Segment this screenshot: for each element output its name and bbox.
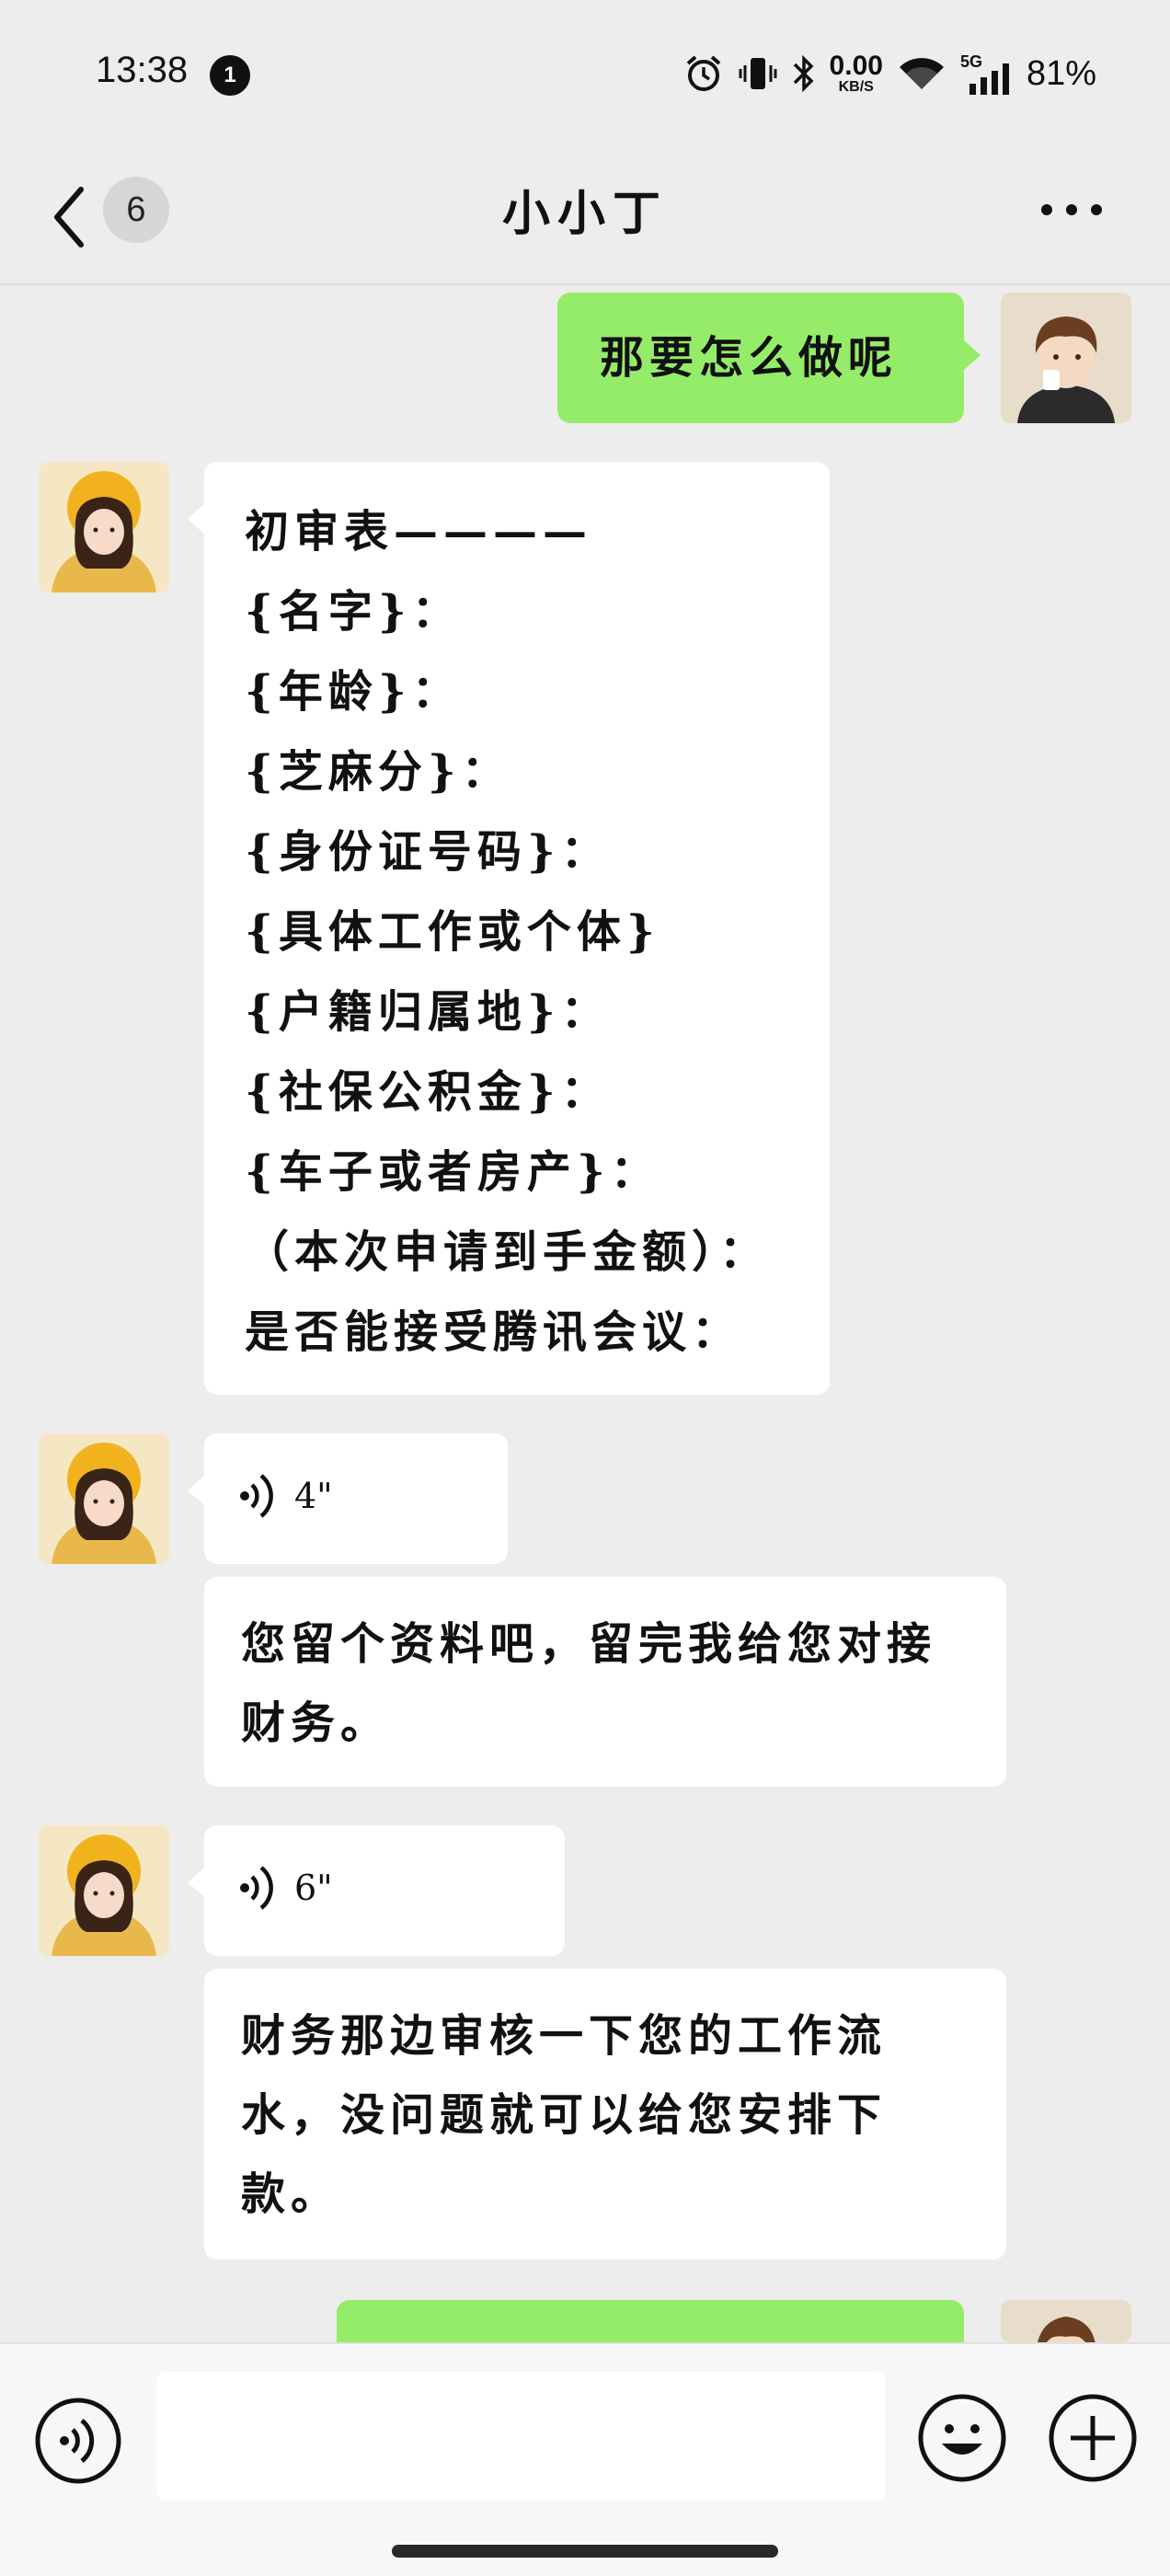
- form-line: {身份证号码}：: [245, 826, 611, 878]
- sent-message-bubble[interactable]: [337, 2300, 964, 2342]
- form-line: {芝麻分}：: [245, 746, 511, 798]
- form-line: 是否能接受腾讯会议：: [245, 1306, 742, 1358]
- battery-level: 81%: [1026, 53, 1096, 93]
- form-line: {户籍归属地}：: [245, 986, 611, 1038]
- form-line: 初审表————: [245, 506, 593, 558]
- chat-title: 小小丁: [501, 186, 668, 242]
- contact-avatar[interactable]: [39, 1825, 169, 1956]
- status-icons: 0.00 KB/S 5G 81%: [682, 48, 1096, 99]
- unread-count-badge[interactable]: 6: [103, 177, 169, 243]
- chevron-left-icon[interactable]: [44, 180, 96, 254]
- chat-input-bar: [0, 2342, 1170, 2576]
- form-lines: 初审表———— {名字}： {年龄}： {芝麻分}： {身份证号码}： {具体工…: [245, 495, 769, 1375]
- contact-avatar[interactable]: [39, 1433, 169, 1564]
- wifi-icon: [899, 58, 944, 89]
- more-dots-icon[interactable]: [1039, 199, 1104, 221]
- status-time: 13:38: [96, 50, 189, 90]
- form-line: （本次申请到手金额）：: [245, 1226, 770, 1278]
- network-speed: 0.00 KB/S: [829, 51, 883, 95]
- form-line: {具体工作或个体}: [245, 906, 660, 958]
- message-text: 您留个资料吧，留完我给您对接财务。: [241, 1618, 937, 1749]
- plus-icon[interactable]: [1047, 2392, 1139, 2484]
- vibrate-icon: [739, 58, 777, 89]
- form-line: {名字}：: [245, 586, 462, 638]
- form-line: {年龄}：: [245, 666, 462, 718]
- received-form-bubble[interactable]: 初审表———— {名字}： {年龄}： {芝麻分}： {身份证号码}： {具体工…: [188, 462, 830, 1395]
- contact-avatar[interactable]: [39, 462, 169, 592]
- voice-wave-icon: [240, 1474, 273, 1518]
- emoji-icon[interactable]: [916, 2392, 1008, 2484]
- message-text: 那要怎么做呢: [600, 332, 899, 384]
- notification-badge: 1: [210, 55, 250, 96]
- alarm-icon: [686, 55, 720, 91]
- form-line: {车子或者房产}：: [245, 1146, 660, 1198]
- voice-icon[interactable]: [33, 2396, 123, 2486]
- status-bar: 13:38 1 0.00 KB/S 5G 81%: [0, 0, 1170, 147]
- voice-message-bubble[interactable]: 4": [188, 1433, 508, 1564]
- received-message-bubble[interactable]: 您留个资料吧，留完我给您对接财务。: [204, 1577, 1006, 1787]
- my-avatar[interactable]: [1001, 2300, 1131, 2342]
- form-line: {社保公积金}：: [245, 1066, 611, 1118]
- voice-duration: 6": [294, 1868, 333, 1908]
- signal-5g-icon: 5G: [960, 52, 1014, 95]
- voice-duration: 4": [294, 1476, 333, 1516]
- message-text: 财务那边审核一下您的工作流水，没问题就可以给您安排下款。: [241, 2010, 888, 2220]
- received-message-bubble[interactable]: 财务那边审核一下您的工作流水，没问题就可以给您安排下款。: [204, 1969, 1006, 2260]
- bluetooth-icon: [793, 54, 814, 93]
- voice-message-bubble[interactable]: 6": [188, 1825, 565, 1956]
- chat-header: 6 小小丁: [0, 147, 1170, 285]
- my-avatar[interactable]: [1001, 293, 1131, 423]
- voice-wave-icon: [240, 1866, 273, 1910]
- sent-message-bubble[interactable]: 那要怎么做呢: [557, 293, 981, 423]
- message-input[interactable]: [156, 2372, 885, 2501]
- home-indicator[interactable]: [392, 2545, 778, 2558]
